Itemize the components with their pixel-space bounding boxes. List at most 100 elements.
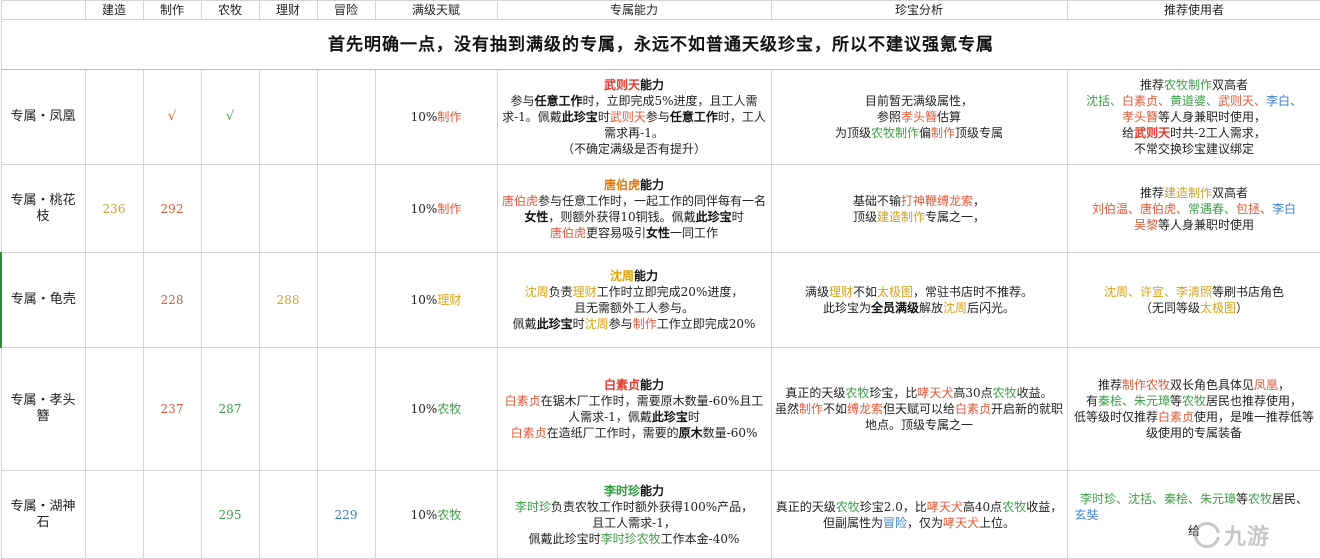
talent-type: 农牧: [437, 507, 462, 522]
ability-frag: 参与: [645, 110, 670, 124]
analysis-frag: 珍宝，比: [869, 386, 918, 400]
header-row: 建造 制作 农牧 理财 冒险 满级天赋 专属能力 珍宝分析 推荐使用者: [0, 0, 1320, 20]
rec-line: 沈括、白素贞、黄道婆、武则天、李白、: [1071, 93, 1318, 109]
ability-suffix: 能力: [640, 78, 665, 92]
analysis-line: 为顶级农牧制作偏制作顶级专属: [775, 125, 1064, 141]
ability-title: 武则天能力: [501, 77, 768, 93]
talent-pct: 10%: [410, 402, 438, 416]
ability-title: 唐伯虎能力: [501, 177, 768, 193]
analysis-frag: 顶级: [852, 209, 877, 224]
analysis-frag: 农牧: [1002, 499, 1027, 514]
analysis-frag: 冒险: [882, 515, 907, 530]
ability-suffix: 能力: [640, 483, 665, 498]
table-row: 专属・孝头簪 237 287 10%农牧 白素贞能力 白素贞在锯木厂工作时，需要…: [0, 347, 1320, 471]
rec-name: 沈括、: [1085, 94, 1122, 108]
header-talent: 满级天赋: [374, 0, 498, 20]
stat-money: [258, 347, 318, 471]
analysis-frag: 但天赋可以给: [883, 402, 956, 416]
analysis-frag: 解放: [918, 301, 943, 315]
rec-frag: 太极图: [1199, 301, 1236, 315]
stat-adventure: 229: [316, 470, 376, 559]
ability-text: 唐伯虎参与任意工作时，一起工作的同伴每有一名女性，则额外获得10铜钱。佩戴此珍宝…: [501, 193, 768, 225]
recommend-cell: 推荐农牧制作双高者 沈括、白素贞、黄道婆、武则天、李白、 孝头簪等人身兼职时使用…: [1066, 69, 1320, 165]
ability-frag: 制作: [632, 317, 657, 331]
banner-text: 首先明确一点，没有抽到满级的专属，永远不如普通天级珍宝，所以不建议强氪专属: [0, 19, 1320, 70]
header-farm: 农牧: [200, 0, 260, 20]
stat-adventure: [316, 69, 376, 165]
analysis-frag: 全员满级: [870, 301, 919, 315]
rec-frag: 推荐: [1097, 378, 1122, 392]
ability-frag: 负责: [548, 285, 573, 299]
analysis-frag: 高30点: [953, 386, 993, 400]
ability-frag: 参与: [510, 94, 535, 108]
talent-type: 农牧: [437, 402, 462, 416]
header-adventure: 冒险: [316, 0, 376, 20]
stat-farm: 295: [200, 470, 260, 559]
rec-name: 刘伯温、: [1091, 201, 1140, 216]
analysis-frag: 后闪光。: [967, 301, 1016, 315]
ability-frag: 一同工作: [670, 225, 719, 240]
rec-line: 推荐建造制作双高者: [1071, 185, 1318, 201]
analysis-line: 此珍宝为全员满级解放沈周后闪光。: [775, 300, 1064, 316]
talent-pct: 10%: [410, 507, 438, 522]
ability-frag: 佩戴此珍宝时: [528, 531, 601, 546]
ability-owner: 武则天: [603, 78, 640, 92]
analysis-frag: 沈周: [943, 301, 968, 315]
ability-frag: 工作时立即完成20%进度，: [596, 285, 744, 299]
ability-text: 佩戴此珍宝时沈周参与制作工作立即完成20%: [501, 316, 768, 332]
ability-frag: 武则天: [609, 110, 646, 124]
rec-line: 刘伯温、唐伯虎、常遇春、包拯、李白: [1071, 201, 1318, 217]
analysis-cell: 目前暂无满级属性， 参照孝头簪估算 为顶级农牧制作偏制作顶级专属: [770, 69, 1068, 165]
ability-text: 唐伯虎更容易吸引女性一同工作: [501, 225, 768, 241]
item-name: 专属・凤凰: [0, 69, 86, 165]
talent-type: 制作: [437, 201, 462, 216]
rec-frag: 给: [1122, 126, 1135, 140]
header-build: 建造: [84, 0, 144, 20]
ability-frag: 参与任意工作时，一起工作的同伴每有一名: [538, 193, 767, 208]
ability-frag: 原木: [678, 426, 703, 440]
recommend-cell: 推荐建造制作双高者 刘伯温、唐伯虎、常遇春、包拯、李白 吴黎等人身兼职时使用: [1066, 164, 1320, 253]
ability-frag: 时: [687, 410, 700, 424]
recommend-cell: 推荐制作农牧双长角色具体见凤凰， 有秦桧、朱元璋等农牧居民也推荐使用， 低等级时…: [1066, 347, 1320, 471]
ability-text: 佩戴此珍宝时李时珍农牧工作本金-40%: [501, 531, 768, 547]
rec-frag: 玄奘: [1074, 507, 1099, 522]
header-make: 制作: [142, 0, 202, 20]
logo-ring-icon: [1194, 522, 1220, 548]
analysis-frag: 哮天犬: [926, 499, 963, 514]
stat-farm: [200, 252, 260, 348]
analysis-frag: 理财: [828, 285, 853, 299]
analysis-frag: 虽然: [774, 402, 799, 416]
item-name: 专属・湖神石: [0, 470, 86, 559]
ability-frag: 此珍宝: [695, 209, 732, 224]
ability-frag: 参与: [608, 317, 633, 331]
ability-frag: 任意工作: [669, 110, 718, 124]
analysis-frag: 为顶级: [834, 126, 871, 140]
analysis-frag: 孝头簪: [900, 110, 937, 124]
rec-frag: 农牧: [1182, 394, 1207, 408]
analysis-frag: 制作: [798, 402, 823, 416]
analysis-frag: 不如: [852, 285, 877, 299]
rec-name: 黄道婆、: [1169, 94, 1218, 108]
header-blank: [0, 0, 86, 20]
analysis-frag: 参照: [876, 110, 901, 124]
rec-frag: 等: [1235, 491, 1248, 506]
stat-adventure: [316, 347, 376, 471]
table-row: 专属・龟壳 228 288 10%理财 沈周能力 沈周负责理财工作时立即完成20…: [0, 252, 1320, 348]
stat-make: √: [142, 69, 202, 165]
analysis-frag: 收益，: [1026, 499, 1063, 514]
watermark-logo: 九游: [1194, 518, 1304, 552]
ability-frag: 沈周: [584, 317, 609, 331]
stat-make: 228: [142, 252, 202, 348]
analysis-line: 基础不输打神鞭缚龙索，: [775, 193, 1064, 209]
ability-cell: 武则天能力 参与任意工作时，立即完成5%进度，且工人需求-1。佩戴此珍宝时武则天…: [496, 69, 772, 165]
stat-build: 236: [84, 164, 144, 253]
ability-title: 李时珍能力: [501, 483, 768, 499]
rec-line: 推荐农牧制作双高者: [1071, 77, 1318, 93]
analysis-line: 目前暂无满级属性，: [864, 94, 973, 108]
rec-name: 武则天、: [1218, 94, 1267, 108]
treasure-table: 建造 制作 农牧 理财 冒险 满级天赋 专属能力 珍宝分析 推荐使用者 首先明确…: [0, 0, 1320, 559]
ability-cell: 白素贞能力 白素贞在锯木厂工作时，需要原木数量-60%且工人需求-1，佩戴此珍宝…: [496, 347, 772, 471]
ability-owner: 沈周: [609, 269, 634, 283]
talent-type: 理财: [437, 293, 462, 307]
rec-frag: 武则天: [1134, 126, 1171, 140]
